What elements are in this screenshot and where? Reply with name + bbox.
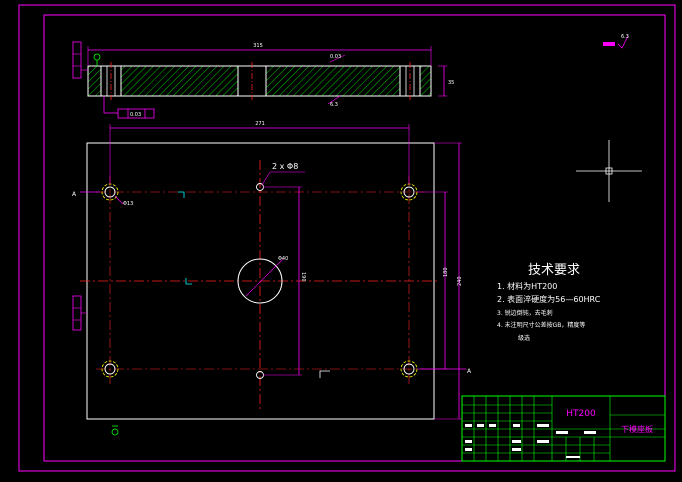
parallelism-value: 0.03 <box>330 54 341 60</box>
top-section-view: 315 35 0.03 6.3 0.03 <box>72 41 454 119</box>
cad-drawing-canvas: 315 35 0.03 6.3 0.03 6.3 A A Φ40 2 x Φ8 … <box>18 4 676 472</box>
center-hole-dim: Φ40 <box>278 256 288 262</box>
hole-spacing-dim: 271 <box>255 121 265 127</box>
surface-callout: 6.3 <box>330 102 338 108</box>
crosshair-cursor-icon <box>576 140 642 202</box>
roughness-symbol: 6.3 <box>603 34 629 49</box>
plan-view: A A Φ40 2 x Φ8 Φ13 190 271 180 240 <box>72 121 472 436</box>
datum-symbol-icon <box>93 53 101 61</box>
height-outer-dim: 240 <box>457 276 463 286</box>
datum-tag-left <box>72 295 82 331</box>
requirement-1: 1. 材料为HT200 <box>497 281 557 291</box>
title-block-material: HT200 <box>566 409 596 419</box>
height-inner-dim: 180 <box>443 267 449 277</box>
requirements-title: 技术要求 <box>528 263 580 278</box>
roughness-value: 6.3 <box>621 34 629 40</box>
pin-spacing-dim: 190 <box>300 272 306 282</box>
requirement-2: 2. 表面淬硬度为56—60HRC <box>497 294 601 304</box>
section-mark-left: A <box>72 191 77 198</box>
pin-hole-callout: 2 x Φ8 <box>272 162 298 171</box>
thickness-dim: 35 <box>448 80 454 86</box>
requirement-3: 3. 锐边倒钝，去毛刺 <box>497 309 553 317</box>
requirement-4-cont: 级选 <box>518 334 530 342</box>
section-mark-right: A <box>467 368 472 375</box>
technical-requirements: 技术要求 1. 材料为HT200 2. 表面淬硬度为56—60HRC 3. 锐边… <box>497 263 601 342</box>
title-block: HT200 下模座板 <box>461 395 666 462</box>
flatness-value: 0.03 <box>130 112 141 118</box>
datum-tag-top <box>72 41 82 79</box>
datum-symbol-bottom-icon <box>111 428 119 436</box>
requirement-4: 4. 未注明尺寸公差按GB，精度等 <box>497 321 585 329</box>
bolt-hole-dim: Φ13 <box>123 201 133 207</box>
overall-length-dim: 315 <box>253 43 263 49</box>
title-block-part-name: 下模座板 <box>621 424 653 434</box>
